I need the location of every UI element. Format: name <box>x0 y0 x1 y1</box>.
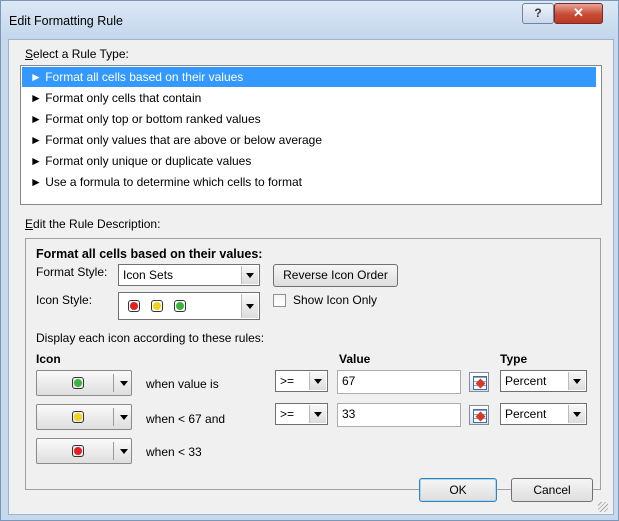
panel-title: Format all cells based on their values: <box>36 247 263 261</box>
operator-select[interactable]: >= <box>275 370 328 392</box>
type-value: Percent <box>505 407 547 421</box>
icon-picker-button[interactable] <box>36 438 132 464</box>
rule-type-item[interactable]: ► Format only cells that contain <box>22 88 596 108</box>
chevron-down-icon[interactable] <box>309 372 326 390</box>
help-button[interactable]: ? <box>522 3 554 24</box>
title-bar[interactable]: Edit Formatting Rule ? ✕ <box>1 1 618 39</box>
rule-type-item[interactable]: ► Format only unique or duplicate values <box>22 151 596 171</box>
type-select[interactable]: Percent <box>500 370 587 392</box>
icon-style-label: Icon Style: <box>36 293 93 307</box>
reverse-icon-order-button[interactable]: Reverse Icon Order <box>273 264 398 287</box>
close-button[interactable]: ✕ <box>554 3 603 24</box>
type-select[interactable]: Percent <box>500 403 587 425</box>
icon-picker-button[interactable] <box>36 404 132 430</box>
light-dot <box>74 379 82 387</box>
yellow-light-icon <box>151 300 163 312</box>
rule-type-item[interactable]: ► Format all cells based on their values <box>22 67 596 87</box>
rule-type-item[interactable]: ► Use a formula to determine which cells… <box>22 172 596 192</box>
rule-type-item[interactable]: ► Format only top or bottom ranked value… <box>22 109 596 129</box>
light-dot <box>176 302 184 310</box>
chevron-down-icon[interactable] <box>568 405 585 423</box>
value-input[interactable]: 33 <box>337 403 461 427</box>
chevron-down-icon[interactable] <box>120 415 128 420</box>
show-icon-only-checkbox[interactable] <box>273 294 286 307</box>
value-column-header: Value <box>339 352 371 366</box>
resize-grip-icon[interactable] <box>598 502 608 512</box>
cancel-button[interactable]: Cancel <box>511 478 593 502</box>
chevron-down-icon[interactable] <box>309 405 326 423</box>
separator <box>113 408 114 426</box>
yellow-light-icon <box>72 411 84 423</box>
edit-rule-description-mnemonic: E <box>25 217 34 231</box>
separator <box>113 374 114 392</box>
edit-formatting-rule-dialog: Edit Formatting Rule ? ✕ Select a Rule T… <box>0 0 619 521</box>
select-rule-type-mnemonic: S <box>25 47 34 61</box>
chevron-down-icon[interactable] <box>241 266 258 284</box>
edit-rule-description-label: Edit the Rule Description: <box>25 217 160 231</box>
ok-button[interactable]: OK <box>419 478 497 502</box>
rules-caption: Display each icon according to these rul… <box>36 331 265 345</box>
light-dot <box>130 302 138 310</box>
chevron-down-icon[interactable] <box>120 449 128 454</box>
rule-condition-text: when < 67 and <box>146 412 226 426</box>
type-value: Percent <box>505 374 547 388</box>
select-rule-type-label: Select a Rule Type: <box>25 47 129 61</box>
chevron-down-icon[interactable] <box>241 294 258 318</box>
chevron-down-icon[interactable] <box>120 381 128 386</box>
icon-style-select[interactable] <box>118 292 260 320</box>
type-column-header: Type <box>500 352 528 366</box>
rule-condition-text: when value is <box>146 377 219 391</box>
rule-type-list[interactable]: ► Format all cells based on their values… <box>20 65 602 205</box>
edit-rule-description-rest: dit the Rule Description: <box>33 217 161 231</box>
red-light-icon <box>72 445 84 457</box>
operator-value: >= <box>280 407 295 421</box>
format-style-select[interactable]: Icon Sets <box>118 264 260 286</box>
operator-value: >= <box>280 374 295 388</box>
select-rule-type-rest: elect a Rule Type: <box>33 47 129 61</box>
rule-type-item[interactable]: ► Format only values that are above or b… <box>22 130 596 150</box>
range-select-icon[interactable] <box>469 405 489 425</box>
light-dot <box>153 302 161 310</box>
dialog-title: Edit Formatting Rule <box>9 14 123 28</box>
show-icon-only-label[interactable]: Show Icon Only <box>293 293 377 307</box>
icon-picker-button[interactable] <box>36 370 132 396</box>
red-light-icon <box>128 300 140 312</box>
green-light-icon <box>174 300 186 312</box>
green-light-icon <box>72 377 84 389</box>
range-select-icon[interactable] <box>469 372 489 392</box>
chevron-down-icon[interactable] <box>568 372 585 390</box>
light-dot <box>74 413 82 421</box>
operator-select[interactable]: >= <box>275 403 328 425</box>
value-input[interactable]: 67 <box>337 370 461 394</box>
light-dot <box>74 447 82 455</box>
separator <box>113 442 114 460</box>
format-style-label: Format Style: <box>36 265 108 279</box>
rule-condition-text: when < 33 <box>146 445 202 459</box>
format-style-value: Icon Sets <box>123 268 174 282</box>
icon-column-header: Icon <box>36 352 61 366</box>
